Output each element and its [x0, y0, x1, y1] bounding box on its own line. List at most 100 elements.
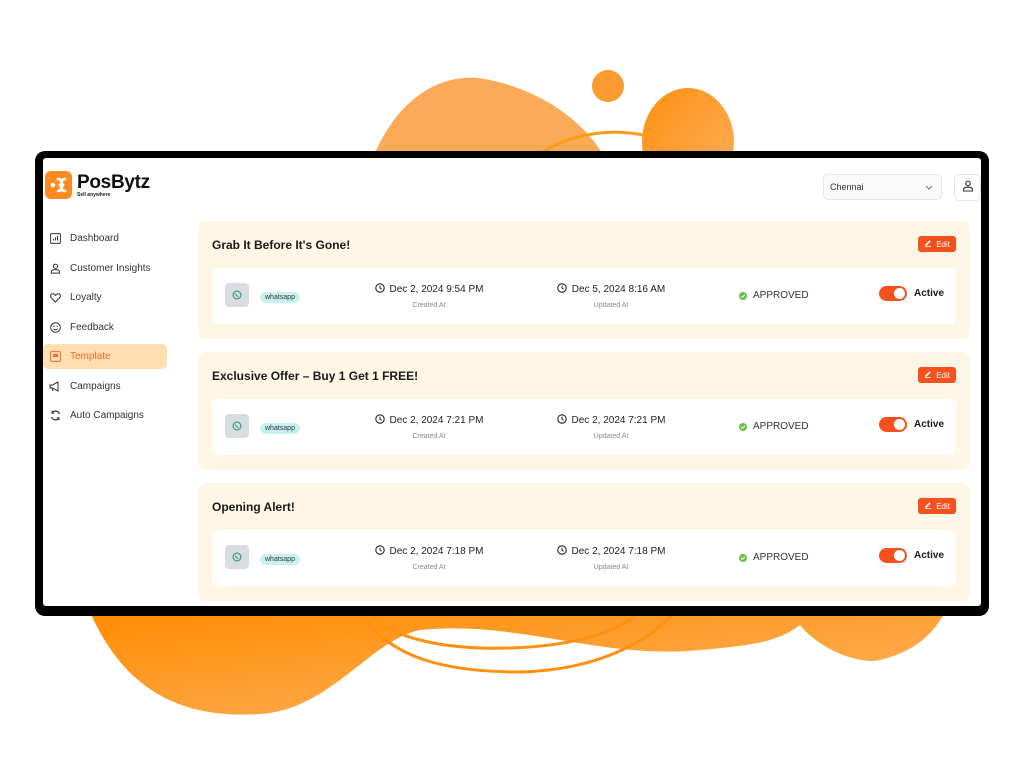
- whatsapp-icon: [225, 545, 249, 569]
- toggle-label: Active: [914, 419, 945, 430]
- toggle-label: Active: [914, 550, 945, 561]
- updated-date: Dec 2, 2024 7:21 PM: [571, 415, 666, 426]
- sidebar-item-campaigns[interactable]: Campaigns: [43, 374, 167, 399]
- updated-at: Dec 2, 2024 7:21 PM Updated At: [546, 414, 676, 440]
- chevron-down-icon: [925, 183, 933, 192]
- dashboard-icon: [49, 233, 61, 245]
- pencil-icon: [924, 370, 932, 380]
- clock-icon: [374, 283, 385, 296]
- edit-button[interactable]: Edit: [918, 498, 956, 514]
- template-icon: [49, 351, 61, 363]
- template-title: Grab It Before It's Gone!: [212, 238, 351, 252]
- clock-icon: [556, 414, 567, 427]
- sidebar-item-template[interactable]: Template: [43, 344, 167, 369]
- updated-label: Updated At: [593, 564, 629, 571]
- template-row: whatsapp Dec 2, 2024 9:54 PM Created At …: [212, 268, 956, 324]
- status-badge: APPROVED: [739, 421, 809, 432]
- created-at: Dec 2, 2024 7:18 PM Created At: [364, 545, 494, 571]
- whatsapp-icon: [225, 283, 249, 307]
- status-badge: APPROVED: [739, 290, 809, 301]
- device-frame: PosBytz Sell anywhere Chennai Dashboard …: [35, 151, 989, 616]
- clock-icon: [556, 545, 567, 558]
- template-list: Grab It Before It's Gone! Edit whatsapp …: [198, 221, 970, 606]
- app-screen: PosBytz Sell anywhere Chennai Dashboard …: [43, 158, 981, 606]
- template-title: Opening Alert!: [212, 500, 295, 514]
- check-circle-icon: [739, 422, 747, 431]
- template-card: Opening Alert! Edit whatsapp Dec 2, 2024…: [198, 483, 970, 601]
- pencil-icon: [924, 501, 932, 511]
- edit-button[interactable]: Edit: [918, 236, 956, 252]
- user-icon: [962, 179, 974, 197]
- updated-at: Dec 2, 2024 7:18 PM Updated At: [546, 545, 676, 571]
- check-circle-icon: [739, 553, 747, 562]
- template-row: whatsapp Dec 2, 2024 7:21 PM Created At …: [212, 399, 956, 455]
- user-profile-button[interactable]: [954, 174, 981, 201]
- created-date: Dec 2, 2024 9:54 PM: [389, 284, 484, 295]
- clock-icon: [374, 414, 385, 427]
- location-select-value: Chennai: [830, 182, 864, 192]
- created-at: Dec 2, 2024 7:21 PM Created At: [364, 414, 494, 440]
- created-date: Dec 2, 2024 7:21 PM: [389, 415, 484, 426]
- smiley-icon: [49, 321, 61, 333]
- updated-date: Dec 2, 2024 7:18 PM: [571, 546, 666, 557]
- brand-logo[interactable]: PosBytz Sell anywhere: [45, 171, 150, 199]
- created-at: Dec 2, 2024 9:54 PM Created At: [364, 283, 494, 309]
- edit-label: Edit: [936, 239, 950, 249]
- edit-button[interactable]: Edit: [918, 367, 956, 383]
- sidebar-item-auto-campaigns[interactable]: Auto Campaigns: [43, 403, 167, 428]
- refresh-icon: [49, 410, 61, 422]
- sidebar-item-label: Auto Campaigns: [70, 410, 144, 421]
- template-card: Grab It Before It's Gone! Edit whatsapp …: [198, 221, 970, 339]
- sidebar-item-label: Dashboard: [70, 233, 119, 244]
- channel-badge: whatsapp: [260, 554, 300, 565]
- active-toggle-group: Active: [879, 417, 944, 432]
- sidebar-item-label: Customer Insights: [70, 262, 151, 274]
- active-toggle[interactable]: [879, 286, 907, 301]
- sidebar-nav: Dashboard Customer Insights Loyalty Feed…: [43, 226, 167, 433]
- brand-tagline: Sell anywhere: [77, 191, 111, 198]
- template-title: Exclusive Offer – Buy 1 Get 1 FREE!: [212, 369, 419, 383]
- clock-icon: [374, 545, 385, 558]
- template-row: whatsapp Dec 2, 2024 7:18 PM Created At …: [212, 530, 956, 586]
- active-toggle-group: Active: [879, 286, 944, 301]
- sidebar-item-loyalty[interactable]: Loyalty: [43, 285, 167, 310]
- check-circle-icon: [739, 291, 747, 300]
- clock-icon: [557, 283, 567, 296]
- updated-label: Updated At: [593, 302, 629, 309]
- created-label: Created At: [412, 564, 446, 571]
- status-badge: APPROVED: [739, 552, 809, 563]
- sidebar-item-dashboard[interactable]: Dashboard: [43, 226, 167, 251]
- sidebar-item-label: Template: [70, 351, 111, 362]
- decor-dot: [592, 70, 624, 102]
- created-label: Created At: [412, 433, 446, 440]
- sidebar-item-label: Feedback: [70, 321, 114, 333]
- decor-blob-bottom: [90, 612, 945, 715]
- location-select[interactable]: Chennai: [823, 174, 942, 200]
- status-text: APPROVED: [753, 421, 809, 432]
- template-card: Exclusive Offer – Buy 1 Get 1 FREE! Edit…: [198, 352, 970, 470]
- toggle-label: Active: [914, 288, 945, 299]
- edit-label: Edit: [936, 370, 950, 380]
- updated-at: Dec 5, 2024 8:16 AM Updated At: [546, 283, 676, 309]
- updated-date: Dec 5, 2024 8:16 AM: [571, 284, 666, 295]
- created-date: Dec 2, 2024 7:18 PM: [389, 546, 484, 557]
- logo-mark-icon: [45, 171, 72, 199]
- sidebar-item-customer-insights[interactable]: Customer Insights: [43, 256, 167, 281]
- user-icon: [49, 262, 61, 274]
- sidebar-item-feedback[interactable]: Feedback: [43, 315, 167, 340]
- whatsapp-icon: [225, 414, 249, 438]
- updated-label: Updated At: [593, 433, 629, 440]
- active-toggle[interactable]: [879, 417, 907, 432]
- sidebar-item-label: Campaigns: [70, 380, 121, 392]
- status-text: APPROVED: [753, 552, 809, 563]
- brand-name: PosBytz: [77, 171, 150, 193]
- created-label: Created At: [412, 302, 446, 309]
- sidebar-item-label: Loyalty: [70, 292, 102, 303]
- status-text: APPROVED: [753, 290, 809, 301]
- channel-badge: whatsapp: [260, 292, 300, 303]
- heart-icon: [49, 292, 61, 304]
- pencil-icon: [924, 239, 932, 249]
- active-toggle-group: Active: [879, 548, 944, 563]
- active-toggle[interactable]: [879, 548, 907, 563]
- edit-label: Edit: [936, 501, 950, 511]
